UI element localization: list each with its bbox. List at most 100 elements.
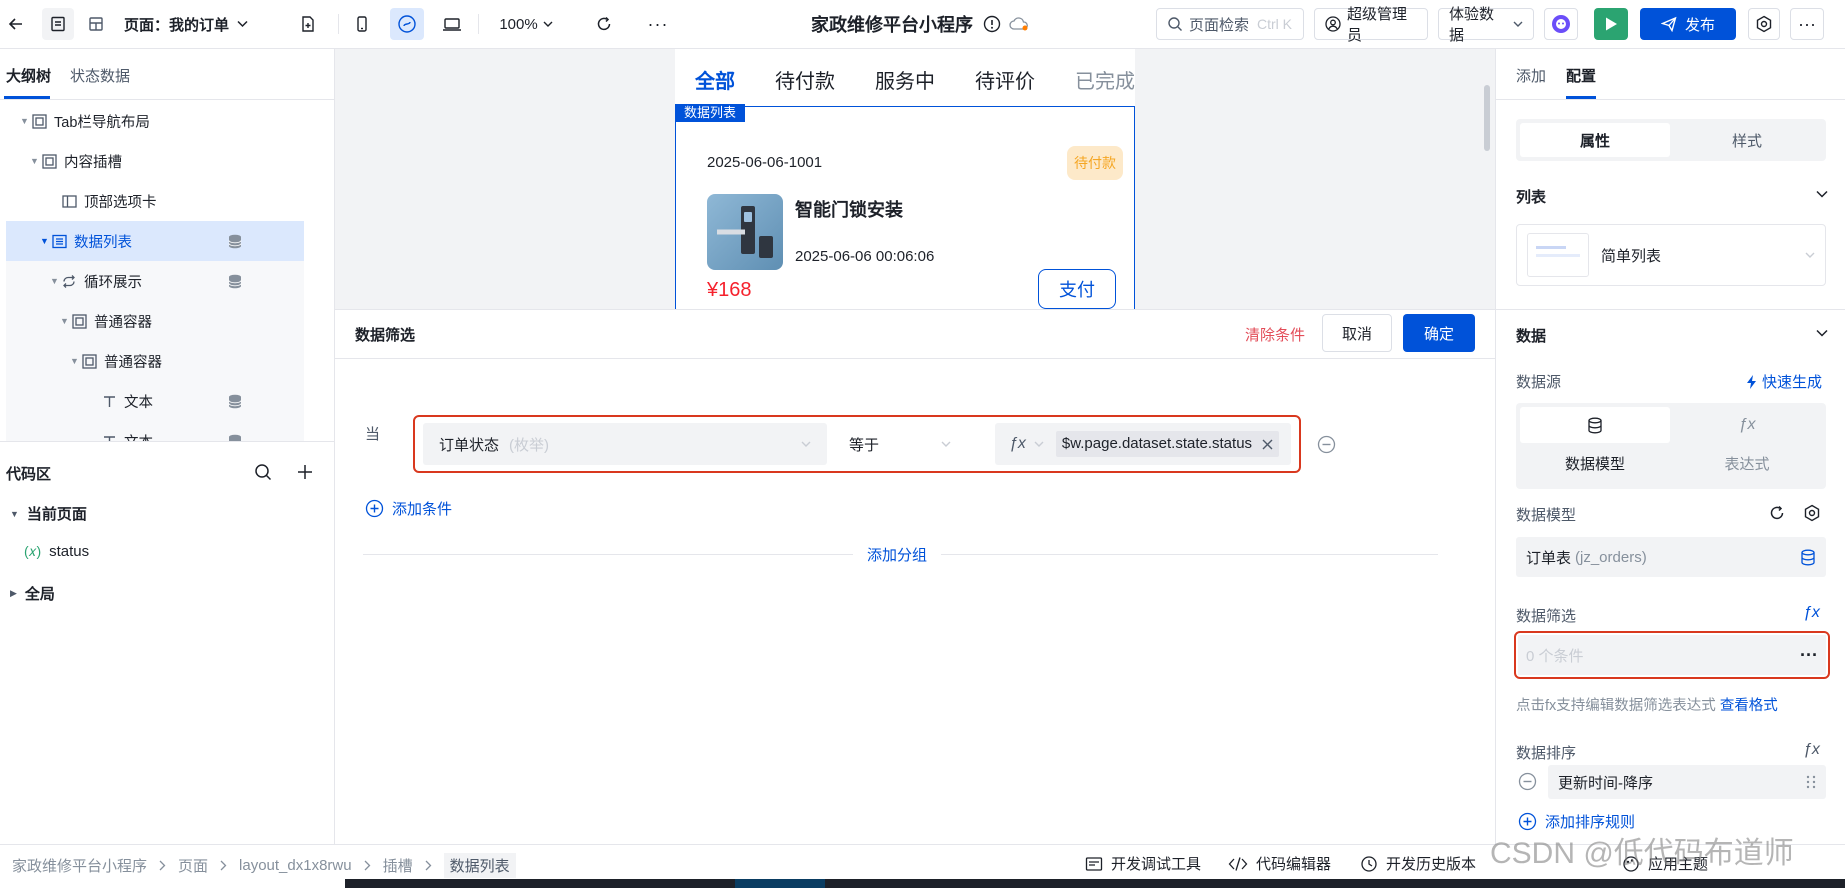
preview-tab-in-service[interactable]: 服务中 xyxy=(875,65,975,94)
tree-node-data-list[interactable]: ▼ 数据列表 xyxy=(6,221,304,261)
layout-view-icon[interactable] xyxy=(80,8,112,40)
preview-tab-to-review[interactable]: 待评价 xyxy=(975,65,1075,94)
tree-node-tab-layout[interactable]: ▼ Tab栏导航布局 xyxy=(6,101,304,141)
tab-config[interactable]: 配置 xyxy=(1566,65,1596,86)
tree-node-label: 内容插槽 xyxy=(64,154,122,171)
seg-property[interactable]: 属性 xyxy=(1520,123,1670,157)
preview-tab-done[interactable]: 已完成 xyxy=(1075,65,1135,94)
breadcrumb-item[interactable]: 页面 xyxy=(178,855,208,876)
seg-style[interactable]: 样式 xyxy=(1672,123,1822,157)
page-selector[interactable]: 页面：我的订单 xyxy=(124,8,264,40)
global-label: 全局 xyxy=(24,586,55,603)
data-mode-label: 体验数据 xyxy=(1449,6,1495,44)
info-icon[interactable] xyxy=(983,15,1001,33)
mobile-device-icon[interactable] xyxy=(348,8,376,40)
more-options-icon[interactable]: ··· xyxy=(1800,645,1818,666)
list-type-select[interactable]: 简单列表 xyxy=(1516,224,1826,286)
expression-option-icon[interactable]: ƒx xyxy=(1672,407,1822,443)
data-model-option-label: 数据模型 xyxy=(1564,456,1625,473)
tree-node-label: Tab栏导航布局 xyxy=(54,114,150,131)
code-editor-button[interactable]: 代码编辑器 xyxy=(1228,853,1331,874)
desktop-device-icon[interactable] xyxy=(438,8,466,40)
admin-role-button[interactable]: 超级管理员 xyxy=(1314,6,1428,44)
history-button[interactable]: 开发历史版本 xyxy=(1360,853,1476,874)
settings-icon[interactable] xyxy=(1803,504,1821,522)
tab-add[interactable]: 添加 xyxy=(1516,65,1546,86)
zoom-value: 100% xyxy=(499,15,538,33)
breadcrumb-current[interactable]: 数据列表 xyxy=(443,853,516,878)
remove-condition-icon[interactable] xyxy=(1317,435,1336,454)
data-section-title: 数据 xyxy=(1516,328,1547,345)
tree-node-top-tabs[interactable]: 顶部选项卡 xyxy=(6,181,304,221)
chevron-down-icon xyxy=(237,20,248,28)
tree-node-text[interactable]: 文本 xyxy=(6,421,304,441)
pay-button[interactable]: 支付 xyxy=(1038,269,1116,309)
tab-outline-tree[interactable]: 大纲树 xyxy=(6,65,51,86)
page-search-box[interactable]: 页面检索 Ctrl K xyxy=(1156,8,1304,40)
breadcrumb-item[interactable]: 家政维修平台小程序 xyxy=(12,855,147,876)
settings-icon[interactable] xyxy=(1748,8,1780,40)
breadcrumb-item[interactable]: 插槽 xyxy=(383,855,413,876)
data-source-label: 数据源 xyxy=(1516,374,1562,391)
data-model-option[interactable] xyxy=(1520,407,1670,443)
add-condition-button[interactable]: 添加条件 xyxy=(365,498,452,519)
variable-status[interactable]: (𝑥) status xyxy=(24,543,89,560)
back-arrow-icon[interactable] xyxy=(2,8,30,40)
view-format-link[interactable]: 查看格式 xyxy=(1720,698,1778,714)
preview-tab-unpaid[interactable]: 待付款 xyxy=(775,65,875,94)
cloud-sync-icon[interactable] xyxy=(1009,16,1029,32)
tree-node-container[interactable]: ▼ 普通容器 xyxy=(6,301,304,341)
overflow-menu-icon[interactable]: ··· xyxy=(1790,8,1824,40)
field-select[interactable]: 订单状态 (枚举) xyxy=(423,423,827,465)
tree-node-label: 数据列表 xyxy=(74,234,132,251)
tree-node-loop[interactable]: ▼ 循环展示 xyxy=(6,261,304,301)
sort-rule[interactable]: 更新时间-降序 xyxy=(1548,765,1826,799)
tree-node-text[interactable]: 文本 xyxy=(6,381,304,421)
send-icon xyxy=(1660,16,1677,32)
chevron-down-icon[interactable] xyxy=(1816,190,1828,198)
refresh-icon[interactable] xyxy=(1768,504,1786,522)
debug-tools-button[interactable]: 开发调试工具 xyxy=(1085,853,1201,874)
expression-input[interactable]: ƒx $w.page.dataset.state.status xyxy=(995,423,1291,465)
more-options-icon[interactable]: ··· xyxy=(642,8,674,40)
breadcrumb-item[interactable]: layout_dx1x8rwu xyxy=(239,857,352,874)
tree-node-container[interactable]: ▼ 普通容器 xyxy=(6,341,304,381)
preview-run-button[interactable] xyxy=(1594,8,1628,40)
drag-handle-icon[interactable] xyxy=(1806,774,1816,790)
preview-tab-all[interactable]: 全部 xyxy=(695,65,775,94)
fx-icon[interactable]: ƒx xyxy=(1009,435,1026,453)
clear-conditions-link[interactable]: 清除条件 xyxy=(1245,324,1305,345)
cancel-button[interactable]: 取消 xyxy=(1322,314,1392,352)
tab-state-data[interactable]: 状态数据 xyxy=(70,65,130,86)
canvas-scrollbar[interactable] xyxy=(1484,85,1490,151)
search-icon[interactable] xyxy=(254,463,272,481)
search-shortcut: Ctrl K xyxy=(1257,16,1293,32)
zoom-selector[interactable]: 100% xyxy=(496,8,556,40)
confirm-button[interactable]: 确定 xyxy=(1403,314,1475,352)
quick-generate-link[interactable]: 快速生成 xyxy=(1746,371,1822,392)
tree-node-label: 顶部选项卡 xyxy=(84,194,157,211)
add-group-button[interactable]: 添加分组 xyxy=(853,544,942,565)
play-icon xyxy=(1604,16,1618,32)
miniprogram-device-icon[interactable] xyxy=(390,8,424,40)
new-page-icon[interactable] xyxy=(294,8,322,40)
refresh-icon[interactable] xyxy=(590,8,618,40)
global-group[interactable]: ▶ 全局 xyxy=(10,583,55,604)
tree-node-content-slot[interactable]: ▼ 内容插槽 xyxy=(6,141,304,181)
caret-down-icon: ▼ xyxy=(30,156,39,166)
chevron-down-icon[interactable] xyxy=(1816,329,1828,337)
data-filter-field[interactable]: 0 个条件 ··· xyxy=(1518,635,1826,675)
tree-node-label: 循环展示 xyxy=(84,274,142,291)
add-icon[interactable] xyxy=(296,463,314,481)
data-mode-dropdown[interactable]: 体验数据 xyxy=(1438,6,1534,44)
ai-assistant-icon[interactable] xyxy=(1544,8,1578,40)
outline-view-icon[interactable] xyxy=(42,8,74,40)
data-model-field[interactable]: 订单表 (jz_orders) xyxy=(1516,537,1826,577)
remove-sort-icon[interactable] xyxy=(1518,772,1537,791)
publish-button[interactable]: 发布 xyxy=(1640,8,1736,40)
fx-icon[interactable]: ƒx xyxy=(1803,604,1820,622)
fx-icon[interactable]: ƒx xyxy=(1803,741,1820,759)
operator-select[interactable]: 等于 xyxy=(835,423,965,465)
close-icon[interactable] xyxy=(1262,439,1273,450)
current-page-group[interactable]: ▼ 当前页面 xyxy=(10,503,87,524)
